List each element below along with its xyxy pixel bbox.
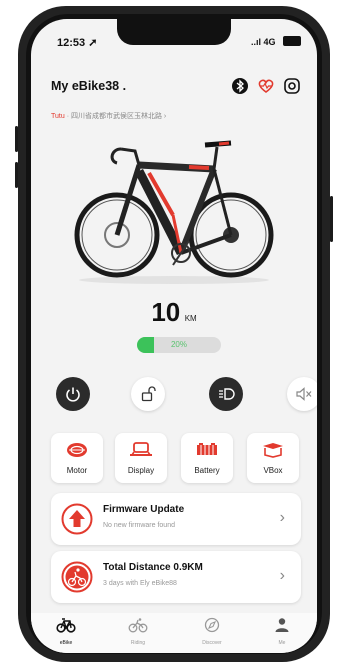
tab-discover[interactable]: Discover [187, 617, 237, 646]
range-value: 10 [151, 297, 181, 327]
mute-button[interactable] [287, 377, 317, 411]
lock-button[interactable] [131, 377, 165, 411]
row-subtitle: No new firmware found [103, 522, 175, 529]
tab-me[interactable]: Me [257, 617, 307, 646]
bluetooth-icon[interactable] [231, 77, 249, 95]
firmware-update-row[interactable]: Firmware Update No new firmware found › [51, 493, 301, 545]
signal-indicator: ..ıl 4G [251, 37, 276, 47]
unlock-icon [141, 386, 156, 402]
side-button [330, 196, 333, 242]
upload-arrow-icon [61, 503, 93, 535]
riding-icon [128, 618, 148, 633]
battery-icon [197, 443, 217, 455]
battery-percent-label: 20% [170, 340, 187, 349]
bike-icon [56, 618, 76, 633]
speaker-mute-icon [296, 387, 312, 401]
page-title[interactable]: My eBike38 . [51, 79, 126, 93]
row-title: Firmware Update [103, 504, 185, 515]
battery-card[interactable]: Battery [181, 433, 233, 483]
motor-icon [67, 443, 87, 457]
phone-frame: 12:53 ➚ ..ıl 4G My eBike38 . Tutu · 四川省成… [15, 6, 333, 662]
status-time: 12:53 ➚ [57, 37, 98, 49]
bottom-tab-bar: eBike Riding Discover Me [31, 613, 317, 653]
card-label: Battery [194, 466, 220, 475]
headlight-button[interactable] [209, 377, 243, 411]
tab-label: Riding [130, 640, 146, 646]
tab-label: Me [278, 640, 286, 646]
card-label: Display [127, 466, 155, 475]
chevron-right-icon: › [279, 509, 285, 526]
power-button[interactable] [56, 377, 90, 411]
location-text[interactable]: Tutu · 四川省成都市武侯区玉林北路 › [51, 111, 166, 121]
chevron-right-icon: › [279, 567, 285, 584]
compass-icon [204, 617, 220, 633]
range-display: 10 KM [31, 297, 317, 328]
total-distance-row[interactable]: Total Distance 0.9KM 3 days with Ely eBi… [51, 551, 301, 603]
app-header: My eBike38 . [31, 71, 317, 101]
location-prefix: Tutu [51, 113, 65, 120]
cyclist-icon [61, 561, 93, 593]
battery-level-bar: 20% [137, 337, 221, 353]
status-bar: 12:53 ➚ ..ıl 4G [31, 19, 317, 63]
motor-card[interactable]: Motor [51, 433, 103, 483]
vbox-card[interactable]: VBox [247, 433, 299, 483]
heart-rate-icon[interactable] [257, 77, 275, 95]
row-subtitle: 3 days with Ely eBike88 [103, 580, 177, 587]
location-address: · 四川省成都市武侯区玉林北路 › [66, 113, 167, 120]
volume-down-button [15, 162, 18, 188]
ebike-image [74, 140, 274, 284]
tab-riding[interactable]: Riding [113, 617, 163, 646]
app-screen: 12:53 ➚ ..ıl 4G My eBike38 . Tutu · 四川省成… [31, 19, 317, 653]
person-icon [275, 618, 289, 632]
battery-indicator [283, 36, 301, 46]
power-icon [66, 387, 80, 402]
volume-up-button [15, 126, 18, 152]
card-label: VBox [263, 466, 283, 475]
row-title: Total Distance 0.9KM [103, 562, 203, 573]
tab-label: eBike [59, 640, 73, 646]
card-label: Motor [66, 466, 88, 475]
headlight-icon [219, 388, 235, 400]
display-card[interactable]: Display [115, 433, 167, 483]
vbox-icon [263, 443, 283, 458]
tab-ebike[interactable]: eBike [41, 617, 91, 646]
range-unit: KM [184, 314, 197, 323]
settings-icon[interactable] [283, 77, 301, 95]
tab-label: Discover [202, 640, 222, 646]
display-icon [130, 442, 152, 456]
